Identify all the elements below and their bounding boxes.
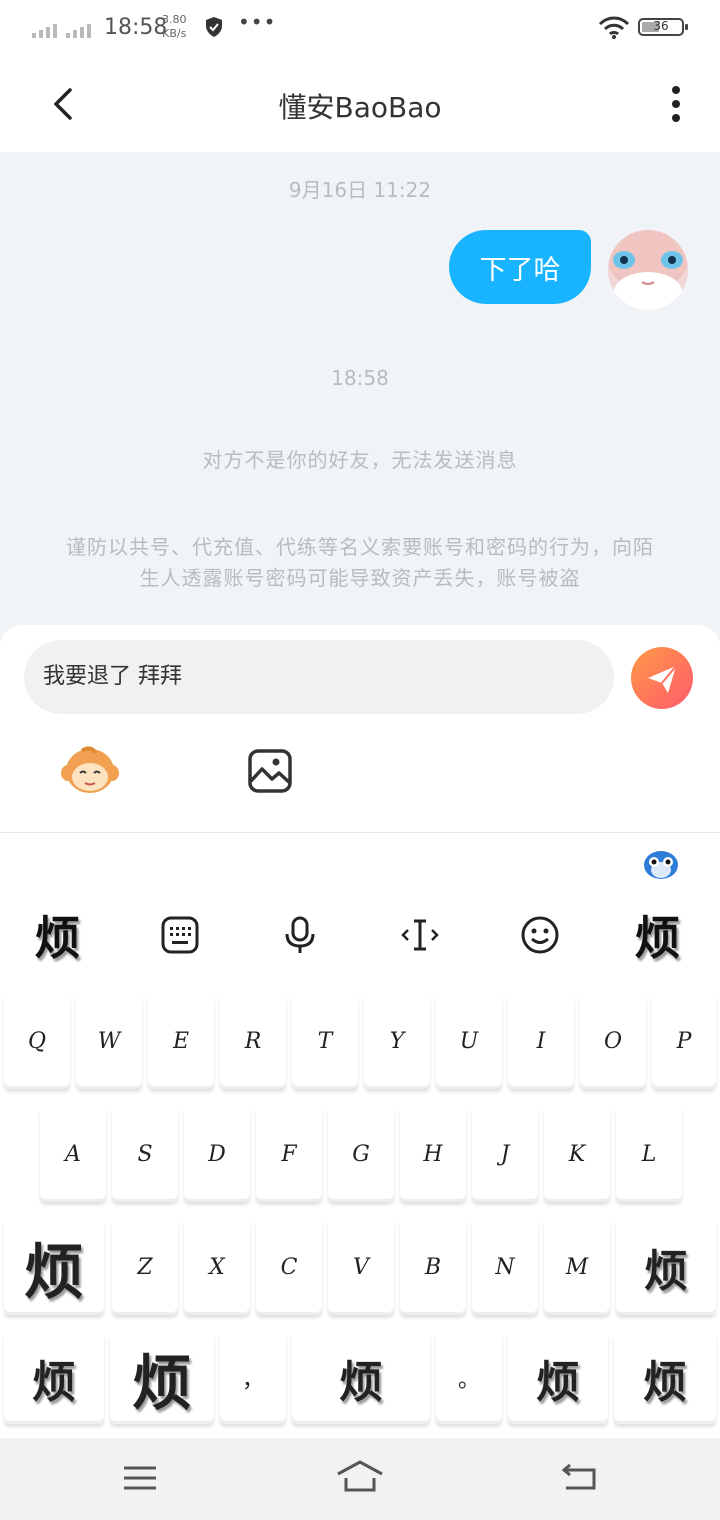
key-v[interactable]: V — [328, 1219, 394, 1315]
image-icon[interactable] — [246, 747, 294, 795]
key-k[interactable]: K — [544, 1106, 610, 1202]
key-a[interactable]: A — [40, 1106, 106, 1202]
network-speed-value: 3.80 — [162, 13, 187, 26]
language-sticker-key[interactable]: 烦 — [508, 1332, 608, 1424]
key-b[interactable]: B — [400, 1219, 466, 1315]
key-g[interactable]: G — [328, 1106, 394, 1202]
key-e[interactable]: E — [148, 993, 214, 1089]
key-n[interactable]: N — [472, 1219, 538, 1315]
key-i[interactable]: I — [508, 993, 574, 1089]
keyboard-icon[interactable] — [120, 891, 240, 979]
more-vertical-icon[interactable] — [658, 82, 694, 126]
key-c[interactable]: C — [256, 1219, 322, 1315]
send-button[interactable] — [631, 647, 693, 709]
home-icon[interactable] — [334, 1458, 386, 1496]
key-u[interactable]: U — [436, 993, 502, 1089]
back-icon[interactable] — [560, 1462, 600, 1494]
key-l[interactable]: L — [616, 1106, 682, 1202]
signal-icon-2 — [66, 22, 91, 38]
key-o[interactable]: O — [580, 993, 646, 1089]
network-speed-unit: KB/s — [162, 27, 187, 40]
keyboard-mascot-icon[interactable] — [642, 845, 680, 881]
period-key[interactable]: 。 — [436, 1332, 502, 1424]
page-title: 懂安BaoBao — [278, 91, 442, 124]
more-status-dots: ••• — [238, 10, 277, 34]
security-notice: 谨防以共号、代充值、代练等名义索要账号和密码的行为，向陌生人透露账号密码可能导致… — [66, 535, 654, 590]
signal-icon — [32, 22, 57, 38]
shield-icon — [206, 17, 222, 37]
composer: 我要退了 拜拜 — [0, 625, 720, 832]
system-notice: 对方不是你的好友，无法发送消息 — [202, 448, 518, 472]
timestamp: 9月16日 11:22 — [288, 178, 432, 202]
microphone-icon[interactable] — [240, 891, 360, 979]
key-r[interactable]: R — [220, 993, 286, 1089]
wifi-icon — [598, 16, 630, 39]
avatar[interactable] — [608, 230, 688, 310]
key-f[interactable]: F — [256, 1106, 322, 1202]
message-bubble[interactable]: 下了哈 — [449, 230, 591, 304]
space-sticker-key[interactable]: 烦 — [292, 1332, 430, 1424]
sticker-key[interactable]: 烦 — [0, 891, 115, 979]
enter-sticker-key[interactable]: 烦 — [614, 1332, 716, 1424]
message-input[interactable]: 我要退了 拜拜 — [24, 640, 614, 714]
status-time: 18:58 — [104, 15, 168, 40]
status-bar: 18:58 3.80 KB/s ••• 36 — [0, 0, 720, 58]
battery-level: 36 — [653, 19, 669, 33]
number-sticker-key[interactable]: 烦 — [110, 1332, 214, 1424]
emoji-icon[interactable] — [480, 891, 600, 979]
message-list[interactable]: 9月16日 11:22 下了哈 18:58 对方不是你的好友，无法发送消息 谨防… — [0, 152, 720, 625]
key-h[interactable]: H — [400, 1106, 466, 1202]
timestamp: 18:58 — [331, 366, 389, 390]
delete-sticker-key[interactable]: 烦 — [616, 1219, 716, 1315]
menu-icon[interactable] — [120, 1462, 160, 1494]
shift-sticker-key[interactable]: 烦 — [4, 1219, 104, 1315]
key-t[interactable]: T — [292, 993, 358, 1089]
key-p[interactable]: P — [652, 993, 716, 1089]
battery-icon: 36 — [638, 18, 688, 36]
comma-key[interactable]: ， — [220, 1332, 286, 1424]
key-y[interactable]: Y — [364, 993, 430, 1089]
symbol-sticker-key[interactable]: 烦 — [4, 1332, 104, 1424]
key-z[interactable]: Z — [112, 1219, 178, 1315]
key-d[interactable]: D — [184, 1106, 250, 1202]
key-j[interactable]: J — [472, 1106, 538, 1202]
paper-plane-icon — [648, 665, 677, 693]
key-x[interactable]: X — [184, 1219, 250, 1315]
keyboard: 烦 烦 Q W E R T Y U I O P A S D F G H J K … — [0, 832, 720, 1439]
key-s[interactable]: S — [112, 1106, 178, 1202]
chat-header: 懂安BaoBao — [0, 58, 720, 152]
navigation-bar — [0, 1438, 720, 1520]
key-q[interactable]: Q — [4, 993, 70, 1089]
monkey-face-icon[interactable] — [60, 745, 120, 795]
network-speed: 3.80 KB/s — [162, 13, 187, 41]
sticker-key[interactable]: 烦 — [600, 891, 715, 979]
key-w[interactable]: W — [76, 993, 142, 1089]
key-m[interactable]: M — [544, 1219, 610, 1315]
text-cursor-icon[interactable] — [360, 891, 480, 979]
